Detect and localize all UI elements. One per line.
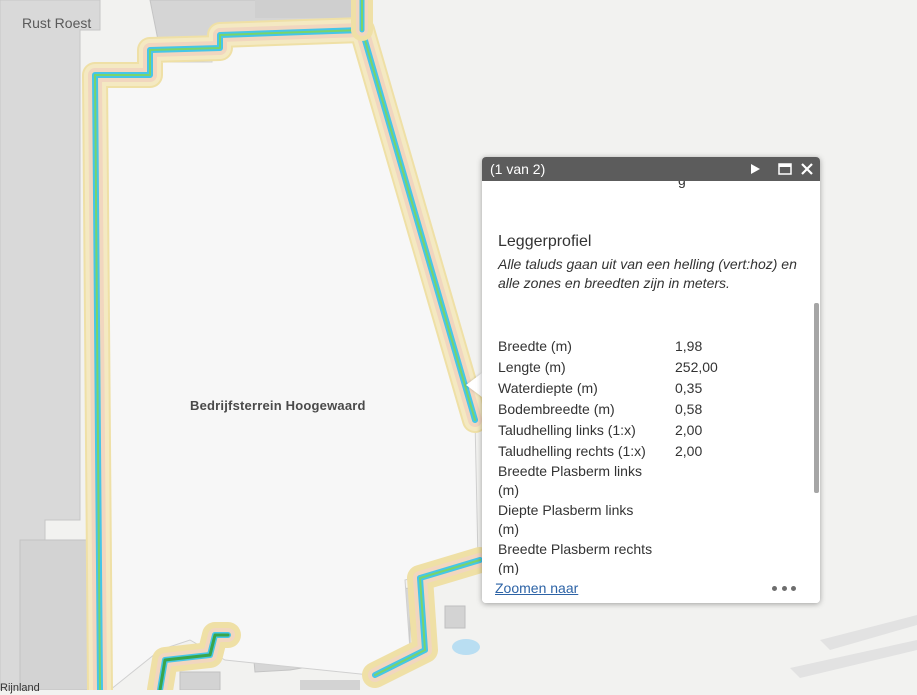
scrollbar-thumb[interactable] (814, 303, 819, 493)
attribute-row: Taludhelling rechts (1:x) 2,00 (498, 441, 798, 462)
attribute-name: Bodembreedte (m) (498, 401, 615, 417)
maximize-icon (778, 163, 792, 175)
map-label-bedrijfsterrein: Bedrijfsterrein Hoogewaard (190, 398, 366, 413)
attribute-row: Bodembreedte (m) 0,58 (498, 399, 798, 420)
attribute-row: Waterdiepte (m) 0,35 (498, 378, 798, 399)
more-icon (781, 585, 787, 591)
attribute-name: Breedte (m) (498, 338, 572, 354)
attribute-value: 2,00 (675, 422, 703, 438)
attribute-value: 0,35 (675, 380, 703, 396)
attribute-value: 252,00 (675, 359, 718, 375)
popup-header: (1 van 2) (482, 157, 820, 181)
more-icon (791, 585, 796, 591)
popup-footer: Zoomen naar (482, 575, 820, 603)
feature-popup: (1 van 2) g Leggerprofiel Alle taluds ga… (482, 157, 820, 603)
attribute-value: 1,98 (675, 338, 703, 354)
attribute-name: Breedte Plasberm links (m) (498, 463, 642, 498)
popup-pointer (466, 373, 482, 397)
more-icon (772, 585, 777, 591)
attribute-name: Waterdiepte (m) (498, 380, 598, 396)
attribute-name: Diepte Plasberm links (m) (498, 502, 634, 537)
popup-content[interactable]: g Leggerprofiel Alle taluds gaan uit van… (482, 181, 820, 575)
attribute-value (660, 501, 770, 540)
close-icon (801, 163, 813, 175)
maximize-button[interactable] (774, 157, 796, 181)
attribute-name: Lengte (m) (498, 359, 566, 375)
next-feature-button[interactable] (744, 157, 766, 181)
attribute-value: 2,00 (675, 443, 703, 459)
attribute-value (660, 540, 770, 575)
popup-scrollbar[interactable] (813, 181, 820, 577)
clipped-text: g (678, 181, 686, 188)
more-actions-button[interactable] (772, 579, 796, 597)
attribute-row: Taludhelling links (1:x) 2,00 (498, 420, 798, 441)
section-description: Alle taluds gaan uit van een helling (ve… (498, 256, 797, 291)
attribute-name: Taludhelling rechts (1:x) (498, 443, 646, 459)
attribute-row: Breedte Plasberm links (m) (498, 462, 798, 501)
attribute-row: Lengte (m) 252,00 (498, 357, 798, 378)
attribute-name: Taludhelling links (1:x) (498, 422, 636, 438)
map-attribution-label: Rijnland (0, 682, 40, 694)
attribute-name: Breedte Plasberm rechts (m) (498, 541, 653, 575)
section-title: Leggerprofiel (498, 233, 592, 250)
map-label-rust-roest: Rust Roest (22, 15, 92, 31)
zoom-to-link[interactable]: Zoomen naar (495, 580, 578, 596)
attribute-row: Breedte Plasberm rechts (m) (498, 540, 798, 575)
attribute-row: Breedte (m) 1,98 (498, 336, 798, 357)
popup-title: (1 van 2) (490, 161, 546, 177)
attribute-value (660, 462, 770, 501)
attribute-table: Breedte (m) 1,98 Lengte (m) 252,00 Water… (498, 336, 798, 575)
attribute-row: Diepte Plasberm links (m) (498, 501, 798, 540)
close-button[interactable] (796, 157, 818, 181)
attribute-value: 0,58 (675, 401, 703, 417)
play-next-icon (751, 164, 760, 174)
